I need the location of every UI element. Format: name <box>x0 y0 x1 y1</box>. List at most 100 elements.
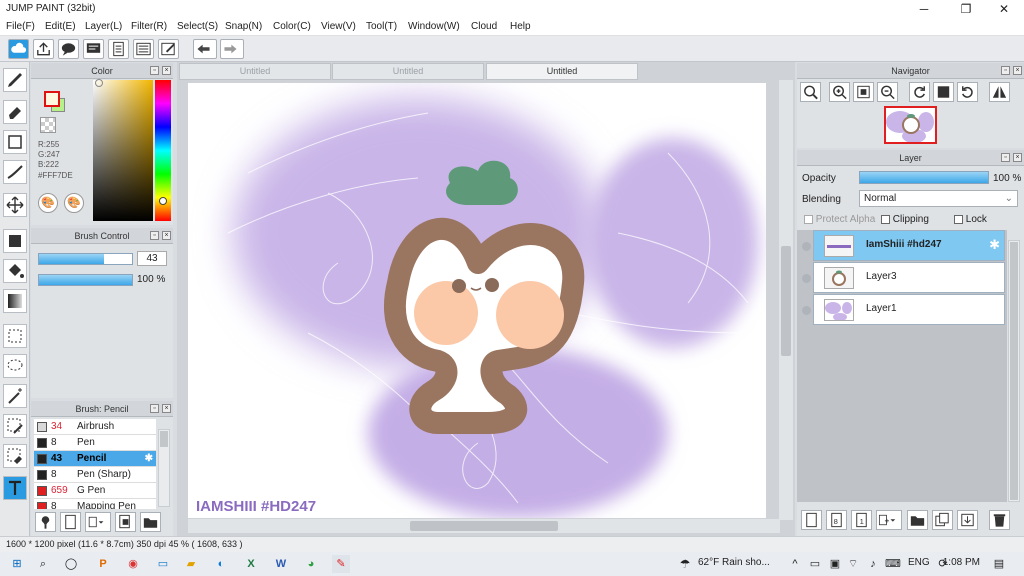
close-panel-button[interactable]: × <box>162 231 171 240</box>
reset-view-button[interactable] <box>933 82 954 102</box>
layer-visibility-toggle[interactable] <box>802 242 811 251</box>
transparent-swatch[interactable] <box>40 117 56 133</box>
canvas-vertical-scrollbar[interactable] <box>779 80 793 520</box>
color-history-button[interactable]: 🎨 <box>64 193 84 213</box>
chevron-up-icon[interactable]: ^ <box>786 555 804 573</box>
horizontal-scroll-thumb[interactable] <box>410 521 558 531</box>
menu-layer[interactable]: Layer(L) <box>85 21 122 32</box>
rectangle-tool[interactable] <box>3 130 27 154</box>
list-button[interactable] <box>133 39 154 59</box>
brush-folder-button[interactable] <box>140 512 161 532</box>
float-panel-button[interactable]: ▫ <box>150 404 159 413</box>
select-pen-tool[interactable] <box>3 414 27 438</box>
delete-layer-button[interactable] <box>989 510 1010 530</box>
menu-view[interactable]: View(V) <box>321 21 356 32</box>
menu-color[interactable]: Color(C) <box>273 21 311 32</box>
layer-row-layer3[interactable]: Layer3 <box>813 262 1005 293</box>
protect-alpha-checkbox[interactable] <box>804 214 813 224</box>
duplicate-brush-button[interactable] <box>115 512 136 532</box>
weather-text[interactable]: 62°F Rain sho... <box>698 557 770 568</box>
task-view-icon[interactable]: ◯ <box>62 555 80 573</box>
layer-list-scroll-thumb[interactable] <box>1010 242 1018 500</box>
document-button[interactable] <box>108 39 129 59</box>
float-panel-button[interactable]: ▫ <box>1001 66 1010 75</box>
new-8bit-layer-button[interactable]: 8 <box>826 510 847 530</box>
tab-untitled-3[interactable]: Untitled <box>486 63 638 80</box>
clipping-checkbox[interactable] <box>881 214 890 224</box>
close-button[interactable]: ✕ <box>984 0 1024 18</box>
zoom-out-button[interactable] <box>877 82 898 102</box>
select-eraser-tool[interactable] <box>3 444 27 468</box>
layer-row-iamshiii[interactable]: IamShiii #hd247 ✱ <box>813 230 1005 261</box>
tab-untitled-1[interactable]: Untitled <box>179 63 331 80</box>
brush-tool[interactable] <box>3 68 27 92</box>
share-button[interactable] <box>33 39 54 59</box>
notifications-icon[interactable]: ▤ <box>990 555 1008 573</box>
merge-layer-button[interactable] <box>957 510 978 530</box>
undo-button[interactable] <box>193 39 217 59</box>
layer-row-layer1[interactable]: Layer1 <box>813 294 1005 325</box>
brush-item-g-pen[interactable]: 659 G Pen <box>34 483 156 499</box>
color-picker-cursor[interactable] <box>95 79 103 87</box>
message-button[interactable] <box>83 39 104 59</box>
redo-button[interactable] <box>220 39 244 59</box>
saturation-value-square[interactable] <box>93 79 153 221</box>
new-layer-button[interactable] <box>801 510 822 530</box>
add-brush-button[interactable] <box>35 512 56 532</box>
zoom-in-button[interactable] <box>829 82 850 102</box>
float-panel-button[interactable]: ▫ <box>1001 153 1010 162</box>
close-panel-button[interactable]: × <box>162 66 171 75</box>
meet-now-icon[interactable]: ▣ <box>826 555 844 573</box>
hue-slider-handle[interactable] <box>159 197 167 205</box>
tab-untitled-2[interactable]: Untitled <box>332 63 484 80</box>
layer-folder-button[interactable] <box>907 510 928 530</box>
duplicate-layer-button[interactable] <box>932 510 953 530</box>
menu-tool[interactable]: Tool(T) <box>366 21 397 32</box>
menu-cloud[interactable]: Cloud <box>471 21 497 32</box>
lock-checkbox[interactable] <box>954 214 963 224</box>
menu-filter[interactable]: Filter(R) <box>131 21 167 32</box>
gear-icon[interactable]: ✱ <box>989 237 1000 253</box>
blending-select[interactable]: Normal ⌄ <box>859 190 1018 207</box>
file-explorer-icon[interactable]: ▰ <box>182 555 200 573</box>
cloud-sync-button[interactable] <box>8 39 29 59</box>
restore-button[interactable]: ❐ <box>946 0 986 18</box>
keyboard-icon[interactable]: ⌨ <box>884 555 902 573</box>
protect-alpha-toggle[interactable]: Protect Alpha <box>804 214 875 225</box>
main-color-swatch[interactable] <box>44 91 60 107</box>
bucket-tool[interactable] <box>3 259 27 283</box>
lock-toggle[interactable]: Lock <box>954 214 987 225</box>
brush-options-button[interactable] <box>85 512 111 532</box>
menu-snap[interactable]: Snap(N) <box>225 21 262 32</box>
text-tool[interactable] <box>3 476 27 500</box>
rect-select-tool[interactable] <box>3 324 27 348</box>
layer-list-scrollbar[interactable] <box>1008 240 1020 502</box>
language-indicator[interactable]: ENG <box>908 557 930 568</box>
minimize-button[interactable]: ─ <box>904 0 944 18</box>
close-panel-button[interactable]: × <box>1013 66 1022 75</box>
brush-item-mapping-pen[interactable]: 8 Mapping Pen <box>34 499 156 509</box>
menu-help[interactable]: Help <box>510 21 531 32</box>
hue-slider[interactable] <box>155 80 171 221</box>
brush-item-pen-sharp[interactable]: 8 Pen (Sharp) <box>34 467 156 483</box>
search-icon[interactable]: ⌕ <box>34 555 52 573</box>
edit-button[interactable] <box>158 39 179 59</box>
color-palette-button[interactable]: 🎨 <box>38 193 58 213</box>
menu-select[interactable]: Select(S) <box>177 21 218 32</box>
fit-window-button[interactable] <box>853 82 874 102</box>
fill-rect-tool[interactable] <box>3 229 27 253</box>
clock[interactable]: 1:08 PM <box>940 557 980 568</box>
comment-button[interactable] <box>58 39 79 59</box>
brush-item-pen[interactable]: 8 Pen <box>34 435 156 451</box>
lasso-tool[interactable] <box>3 354 27 378</box>
close-panel-button[interactable]: × <box>162 404 171 413</box>
float-panel-button[interactable]: ▫ <box>150 231 159 240</box>
gradient-tool[interactable] <box>3 289 27 313</box>
line-tool[interactable] <box>3 160 27 184</box>
float-panel-button[interactable]: ▫ <box>150 66 159 75</box>
battery-icon[interactable]: ▭ <box>806 555 824 573</box>
layer-visibility-toggle[interactable] <box>802 274 811 283</box>
menu-edit[interactable]: Edit(E) <box>45 21 76 32</box>
move-tool[interactable] <box>3 193 27 217</box>
excel-icon[interactable]: X <box>242 555 260 573</box>
